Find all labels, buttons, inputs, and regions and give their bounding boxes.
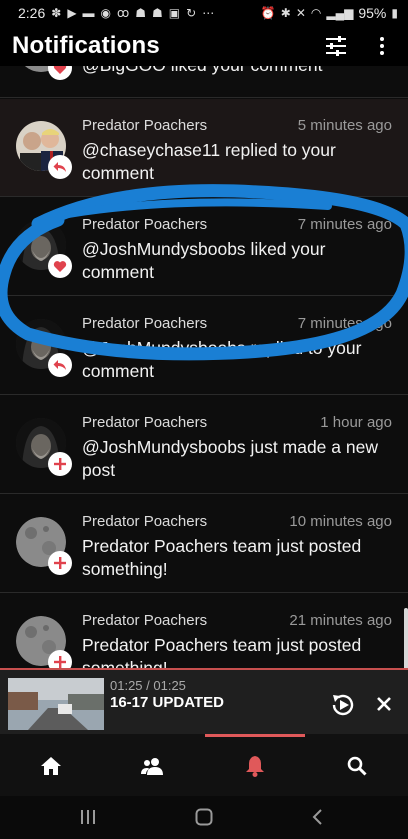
notification-message: @BigGOO liked your comment [82, 66, 394, 77]
more-dots-icon: ⋯ [202, 6, 215, 20]
notification-message: @JoshMundysboobs just made a new post [82, 437, 378, 480]
wifi-icon: ◠ [310, 6, 322, 20]
close-player-button[interactable] [374, 694, 394, 714]
notification-source: Predator Poachers [82, 216, 208, 233]
home-button[interactable] [192, 806, 216, 828]
notification-item[interactable]: Predator Poachers 7 minutes ago @JoshMun… [0, 297, 408, 395]
notification-item[interactable]: Predator Poachers 10 minutes ago Predato… [0, 495, 408, 593]
notification-time: 21 minutes ago [289, 612, 392, 629]
page-title: Notifications [12, 32, 160, 59]
nav-notifications[interactable] [243, 754, 267, 778]
home-square-icon [195, 808, 213, 826]
notification-time: 7 minutes ago [297, 315, 392, 332]
voicemail-icon: ꝏ [117, 6, 130, 20]
mute-icon: ✕ [295, 6, 306, 20]
search-icon [347, 756, 367, 776]
nav-home[interactable] [39, 754, 63, 778]
system-navigation-bar [0, 796, 408, 839]
nav-community[interactable] [141, 754, 165, 778]
heart-badge-icon [48, 66, 72, 80]
replay-icon [332, 694, 354, 716]
sliders-icon [326, 36, 346, 56]
app-icon: ◉ [100, 6, 112, 20]
notification-source: Predator Poachers [82, 414, 208, 431]
notification-message: @chaseychase11 replied to your comment [82, 140, 336, 183]
replay-button[interactable] [330, 692, 356, 718]
notification-item[interactable]: @BigGOO liked your comment [0, 66, 408, 98]
more-options-button[interactable] [370, 34, 394, 58]
active-tab-indicator [205, 734, 305, 737]
notification-source: Predator Poachers [82, 513, 208, 530]
playback-time: 01:25 / 01:25 [110, 678, 186, 693]
notification-list[interactable]: @BigGOO liked your comment Predator Poac… [0, 66, 408, 668]
battery-icon: ▮ [391, 6, 398, 20]
battery-percentage: 95% [358, 5, 387, 21]
bell-icon [246, 756, 264, 777]
app-header: Notifications [0, 26, 408, 66]
message-icon: ▬ [82, 6, 95, 20]
notification-time: 7 minutes ago [297, 216, 392, 233]
plus-badge-icon [48, 650, 72, 668]
notification-source: Predator Poachers [82, 612, 208, 629]
signal-icon: ▂▄▆ [326, 6, 354, 20]
notification-item[interactable]: Predator Poachers 21 minutes ago Predato… [0, 594, 408, 668]
more-vertical-icon [380, 37, 384, 55]
notification-source: Predator Poachers [82, 315, 208, 332]
gallery-icon: ▣ [168, 6, 181, 20]
notification-time: 5 minutes ago [297, 117, 392, 134]
play-store-icon: ▶ [67, 6, 77, 20]
heart-badge-icon [48, 254, 72, 278]
home-icon [41, 757, 61, 775]
nav-search[interactable] [345, 754, 369, 778]
mini-player[interactable]: 01:25 / 01:25 16-17 UPDATED [0, 668, 408, 734]
back-button[interactable] [306, 806, 330, 828]
back-chevron-icon [312, 809, 322, 825]
video-thumbnail[interactable] [8, 678, 104, 730]
plus-badge-icon [48, 452, 72, 476]
notification-message: Predator Poachers team just posted somet… [82, 635, 362, 668]
notification-time: 1 hour ago [320, 414, 392, 431]
notification-item[interactable]: Predator Poachers 5 minutes ago @chaseyc… [0, 99, 408, 197]
notification-message: Predator Poachers team just posted somet… [82, 536, 362, 579]
status-time: 2:26 [18, 5, 46, 21]
notification-time: 10 minutes ago [289, 513, 392, 530]
notification-message: @JoshMundysboobs liked your comment [82, 239, 326, 282]
people-icon [141, 758, 163, 775]
recents-icon [81, 810, 95, 824]
notification-message: @JoshMundysboobs replied to your comment [82, 338, 362, 381]
reply-badge-icon [48, 353, 72, 377]
close-icon [377, 697, 391, 711]
notification-item[interactable]: Predator Poachers 1 hour ago @JoshMundys… [0, 396, 408, 494]
reply-badge-icon [48, 155, 72, 179]
alarm-icon: ⏰ [260, 6, 276, 20]
fan-icon: ✽ [51, 6, 62, 20]
notification-item[interactable]: Predator Poachers 7 minutes ago @JoshMun… [0, 198, 408, 296]
sync-icon: ↻ [186, 6, 197, 20]
plus-badge-icon [48, 551, 72, 575]
status-bar: 2:26 ✽ ▶ ▬ ◉ ꝏ ☗ ☗ ▣ ↻ ⋯ ⏰ ✱ ✕ ◠ ▂▄▆ 95%… [0, 0, 408, 26]
bottom-navigation [0, 734, 408, 796]
notification-source: Predator Poachers [82, 117, 208, 134]
snapchat-icon: ☗ [135, 6, 147, 20]
filter-button[interactable] [324, 34, 348, 58]
snapchat-icon: ☗ [152, 6, 163, 20]
video-title: 16-17 UPDATED [110, 694, 224, 711]
bluetooth-icon: ✱ [280, 6, 291, 20]
recents-button[interactable] [76, 806, 100, 828]
